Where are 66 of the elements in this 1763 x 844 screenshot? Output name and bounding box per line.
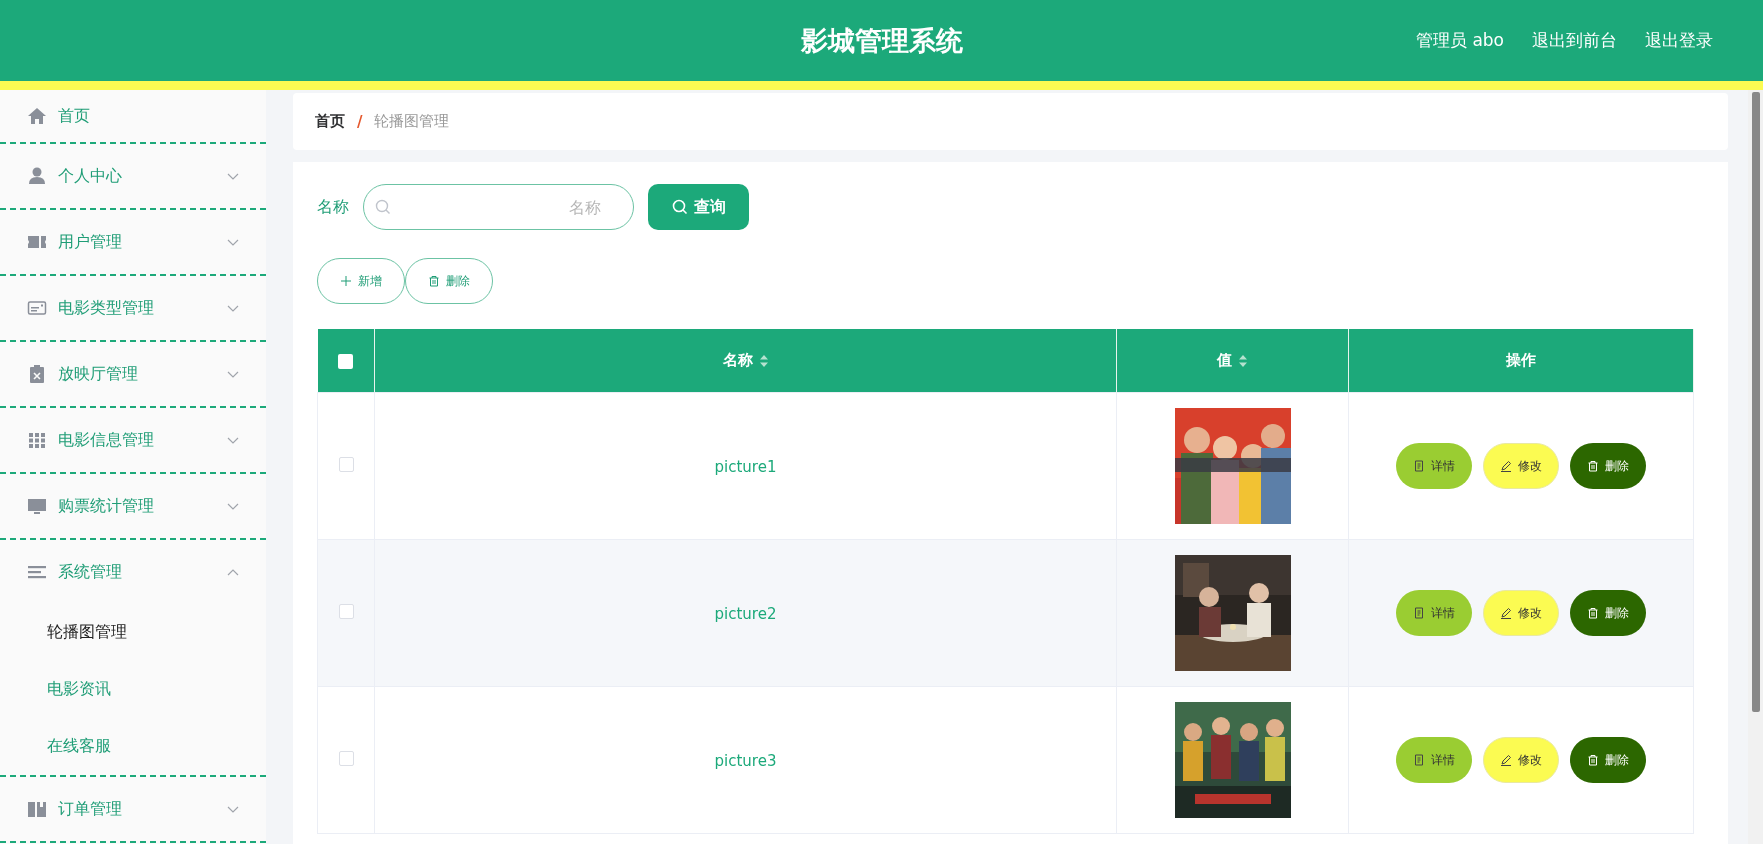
table-cell: picture3 <box>714 751 777 770</box>
sidebar-item[interactable]: 电影信息管理 <box>0 408 266 474</box>
edit-button[interactable]: 修改 <box>1483 590 1559 636</box>
document-icon <box>1413 460 1425 472</box>
grid-icon <box>27 430 47 450</box>
sidebar-item[interactable]: 购票统计管理 <box>0 474 266 540</box>
sort-icon[interactable] <box>1238 353 1248 368</box>
details-button[interactable]: 详情 <box>1396 590 1472 636</box>
user-icon <box>27 166 47 186</box>
details-button[interactable]: 详情 <box>1396 443 1472 489</box>
table-cell: picture2 <box>714 604 777 623</box>
search-icon <box>671 199 688 215</box>
app-title: 影城管理系统 <box>800 24 963 56</box>
search-field[interactable]: 名称 <box>363 184 634 230</box>
sort-icon[interactable] <box>758 353 769 368</box>
header-link[interactable]: 管理员 abo <box>1416 29 1504 52</box>
sidebar-item[interactable]: 首页 <box>0 90 266 144</box>
document-icon <box>1413 607 1425 619</box>
sidebar-item[interactable]: 放映厅管理 <box>0 342 266 408</box>
header-link[interactable]: 退出登录 <box>1645 29 1713 52</box>
search-icon <box>375 199 391 215</box>
trash-icon <box>1587 460 1599 472</box>
plus-icon <box>340 275 352 287</box>
delete-button[interactable]: 删除 <box>405 258 493 304</box>
pencil-icon <box>1500 460 1512 472</box>
trash-icon <box>1587 754 1599 766</box>
field-label: 名称 <box>317 196 349 218</box>
breadcrumb-link[interactable]: 首页 <box>315 112 345 131</box>
trash-icon <box>1587 607 1599 619</box>
clipboard-icon <box>27 364 47 384</box>
column-header: 操作 <box>1506 351 1536 370</box>
sidebar-item[interactable]: 个人中心 <box>0 144 266 210</box>
select-all-checkbox[interactable] <box>338 353 354 369</box>
details-button[interactable]: 详情 <box>1396 737 1472 783</box>
card-icon <box>27 298 47 318</box>
edit-button[interactable]: 修改 <box>1483 737 1559 783</box>
pencil-icon <box>1500 754 1512 766</box>
row-checkbox[interactable] <box>338 603 354 619</box>
table-cell: picture1 <box>714 457 777 476</box>
edit-button[interactable]: 修改 <box>1483 443 1559 489</box>
monitor-icon <box>27 496 47 516</box>
row-checkbox[interactable] <box>338 750 354 766</box>
scrollbar[interactable] <box>1748 90 1763 844</box>
building-icon <box>27 799 47 819</box>
home-icon <box>27 106 47 126</box>
document-icon <box>1413 754 1425 766</box>
column-header: 值 <box>1217 351 1232 370</box>
sidebar-item[interactable]: 用户管理 <box>0 210 266 276</box>
sidebar-item[interactable]: 电影类型管理 <box>0 276 266 342</box>
sidebar-item[interactable]: 系统管理 <box>0 540 266 604</box>
submenu-item[interactable]: 电影资讯 <box>0 661 266 718</box>
trash-icon <box>428 275 440 287</box>
breadcrumb-separator: / <box>357 112 363 131</box>
sidebar-item[interactable]: 订单管理 <box>0 777 266 843</box>
delete-button[interactable]: 删除 <box>1570 443 1646 489</box>
column-header: 名称 <box>722 351 753 370</box>
row-checkbox[interactable] <box>338 456 354 472</box>
pencil-icon <box>1500 607 1512 619</box>
search-button[interactable]: 查询 <box>648 184 749 230</box>
delete-button[interactable]: 删除 <box>1570 737 1646 783</box>
submenu-item[interactable]: 在线客服 <box>0 718 266 775</box>
add-button[interactable]: 新增 <box>317 258 405 304</box>
submenu-item[interactable]: 轮播图管理 <box>0 604 266 661</box>
header-link[interactable]: 退出到前台 <box>1532 29 1617 52</box>
breadcrumb-link[interactable]: 轮播图管理 <box>374 112 450 131</box>
delete-button[interactable]: 删除 <box>1570 590 1646 636</box>
